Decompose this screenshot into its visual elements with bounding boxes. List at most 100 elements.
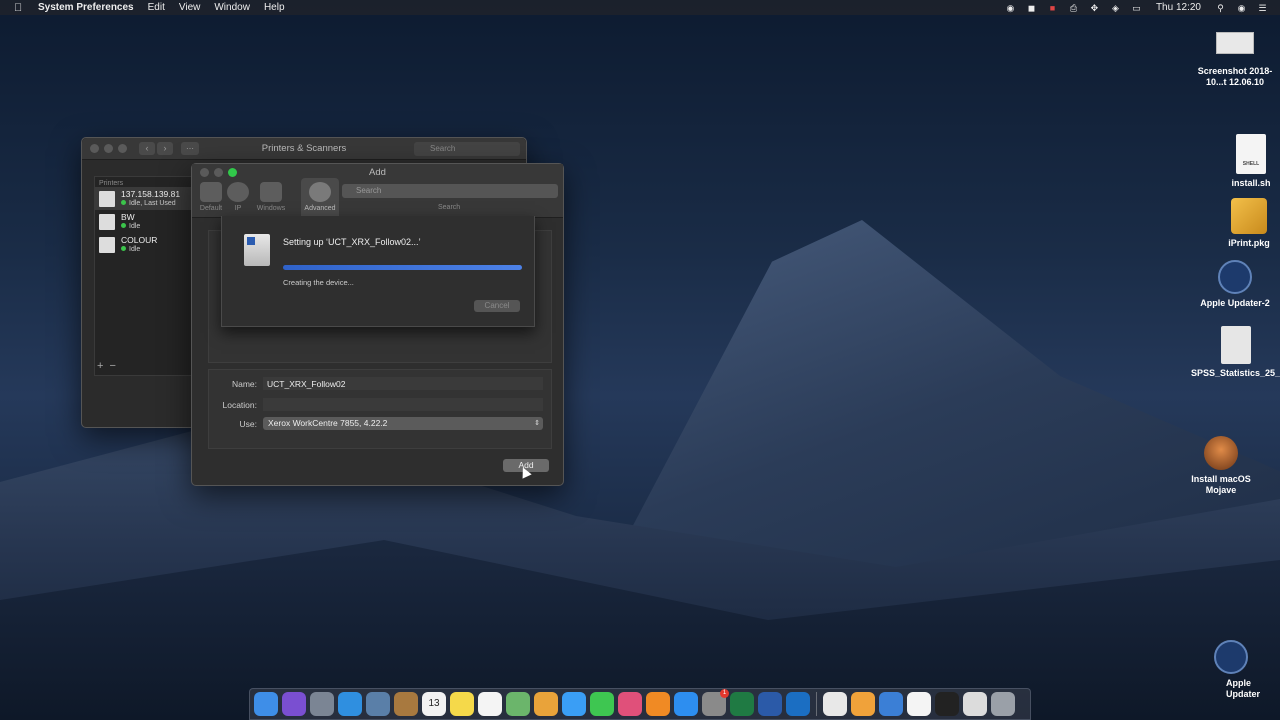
dock: 13 1 <box>249 688 1031 720</box>
document-icon[interactable] <box>907 692 931 716</box>
photos-icon[interactable] <box>534 692 558 716</box>
printer-item[interactable]: BW Idle <box>95 210 201 233</box>
location-field[interactable] <box>263 398 543 411</box>
messages-icon[interactable] <box>562 692 586 716</box>
facetime-icon[interactable] <box>590 692 614 716</box>
textedit-icon[interactable] <box>823 692 847 716</box>
status-dot <box>121 246 126 251</box>
notes-icon[interactable] <box>450 692 474 716</box>
status-dot <box>121 200 126 205</box>
windows-printer-icon <box>260 182 282 202</box>
desktop-icon-install-sh[interactable]: SHELL install.sh <box>1206 134 1280 189</box>
printers-list: Printers 137.158.139.81 Idle, Last Used … <box>94 176 202 376</box>
desktop-icon-apple-updater-2[interactable]: Apple Updater-2 <box>1190 260 1280 309</box>
add-printer-button[interactable]: + <box>97 360 103 373</box>
menu-view[interactable]: View <box>179 2 201 13</box>
zoom-button[interactable] <box>118 144 127 153</box>
system-preferences-icon[interactable]: 1 <box>702 689 729 716</box>
use-label: Use: <box>239 418 257 429</box>
chevron-updown-icon: ⇕ <box>534 420 540 427</box>
excel-icon[interactable] <box>730 692 754 716</box>
close-button[interactable] <box>200 167 209 177</box>
printer-icon <box>99 214 115 230</box>
remove-printer-button[interactable]: − <box>109 360 115 373</box>
notification-center-icon[interactable]: ☰ <box>1257 3 1268 13</box>
reminders-icon[interactable] <box>478 692 502 716</box>
apple-menu-icon[interactable]:  <box>14 2 28 14</box>
desktop-icon-install-mojave[interactable]: Install macOS Mojave <box>1176 436 1266 496</box>
print-icon[interactable]: ⎙ <box>1068 3 1079 13</box>
status-text: Creating the device... <box>283 278 354 287</box>
printers-list-header: Printers <box>99 180 124 187</box>
shell-script-icon: SHELL <box>1236 134 1266 174</box>
name-field[interactable]: UCT_XRX_Follow02 <box>263 377 543 390</box>
uct-badge-icon <box>1218 260 1252 294</box>
notification-badge: 1 <box>720 689 729 698</box>
minimize-button[interactable] <box>214 167 223 177</box>
location-label: Location: <box>222 399 258 410</box>
menu-edit[interactable]: Edit <box>148 2 165 13</box>
close-button[interactable] <box>90 144 99 153</box>
menu-clock[interactable]: Thu 12:20 <box>1156 2 1201 13</box>
gear-icon <box>309 182 331 202</box>
contacts-icon[interactable] <box>394 692 418 716</box>
printer-icon <box>99 191 115 207</box>
terminal-icon[interactable] <box>935 692 959 716</box>
printer-item[interactable]: COLOUR Idle <box>95 233 201 256</box>
outlook-icon[interactable] <box>786 692 810 716</box>
zoom-button[interactable] <box>228 167 237 177</box>
dropbox-icon[interactable]: ◼ <box>1026 3 1037 13</box>
printer-icon <box>99 237 115 253</box>
add-remove-controls: + − <box>94 360 124 373</box>
window-title: Add <box>369 167 386 178</box>
spotlight-search-icon[interactable]: ⚲ <box>1215 3 1226 13</box>
use-row: Use: Xerox WorkCentre 7855, 4.22.2 ⇕ <box>209 417 543 430</box>
desktop-icon-iprint-pkg[interactable]: iPrint.pkg <box>1204 198 1280 249</box>
show-all-grid-icon[interactable]: ⋯ <box>181 142 199 155</box>
finder-icon[interactable] <box>254 692 278 716</box>
menu-help[interactable]: Help <box>264 2 285 13</box>
shield-icon[interactable]: ■ <box>1047 3 1058 13</box>
forward-button[interactable]: › <box>157 142 173 155</box>
siri-icon[interactable]: ◉ <box>1236 3 1247 13</box>
sharing-icon[interactable]: ✥ <box>1089 3 1100 13</box>
setup-progress-sheet: Setting up ‘UCT_XRX_Follow02...’ Creatin… <box>221 216 535 327</box>
printers-titlebar: ‹ › ⋯ Printers & Scanners Search <box>82 138 526 160</box>
printer-icon <box>244 234 270 266</box>
word-icon[interactable] <box>758 692 782 716</box>
launchpad-icon[interactable] <box>310 692 334 716</box>
back-button[interactable]: ‹ <box>139 142 155 155</box>
menu-app-name[interactable]: System Preferences <box>38 2 134 13</box>
ibooks-icon[interactable] <box>646 692 670 716</box>
printer-item[interactable]: 137.158.139.81 Idle, Last Used <box>95 187 201 210</box>
menu-window[interactable]: Window <box>214 2 250 13</box>
search-input[interactable]: Search <box>414 142 520 156</box>
wifi-icon[interactable]: ◈ <box>1110 3 1121 13</box>
maps-icon[interactable] <box>506 692 530 716</box>
record-icon[interactable]: ◉ <box>1005 3 1016 13</box>
trash-icon[interactable] <box>991 692 1015 716</box>
battery-icon[interactable]: ▭ <box>1131 3 1142 13</box>
desktop-icon-apple-updater[interactable]: Apple Updater <box>1186 640 1276 700</box>
safari-icon[interactable] <box>338 692 362 716</box>
name-label: Name: <box>231 378 257 389</box>
name-row: Name: UCT_XRX_Follow02 <box>209 377 543 390</box>
globe-icon <box>227 182 249 202</box>
printer-queue-icon[interactable] <box>963 692 987 716</box>
minimize-button[interactable] <box>104 144 113 153</box>
desktop-icon-spss-dmg[interactable]: SPSS_Statistics_25_mac.dmg <box>1191 326 1280 379</box>
app-store-icon[interactable] <box>674 692 698 716</box>
siri-icon[interactable] <box>282 692 306 716</box>
desktop-icon-screenshot[interactable]: Screenshot 2018-10...t 12.06.10 <box>1190 32 1280 88</box>
disk-image-icon <box>1221 326 1251 364</box>
mojave-installer-icon <box>1204 436 1238 470</box>
chrome-remote-icon[interactable] <box>879 692 903 716</box>
dock-separator <box>816 692 817 716</box>
search-input[interactable]: Search <box>342 184 558 198</box>
calendar-icon[interactable]: 13 <box>422 692 446 716</box>
itunes-icon[interactable] <box>618 692 642 716</box>
cancel-button[interactable]: Cancel <box>474 300 520 312</box>
driver-select[interactable]: Xerox WorkCentre 7855, 4.22.2 ⇕ <box>263 417 543 430</box>
home-icon[interactable] <box>851 692 875 716</box>
preview-icon[interactable] <box>366 692 390 716</box>
